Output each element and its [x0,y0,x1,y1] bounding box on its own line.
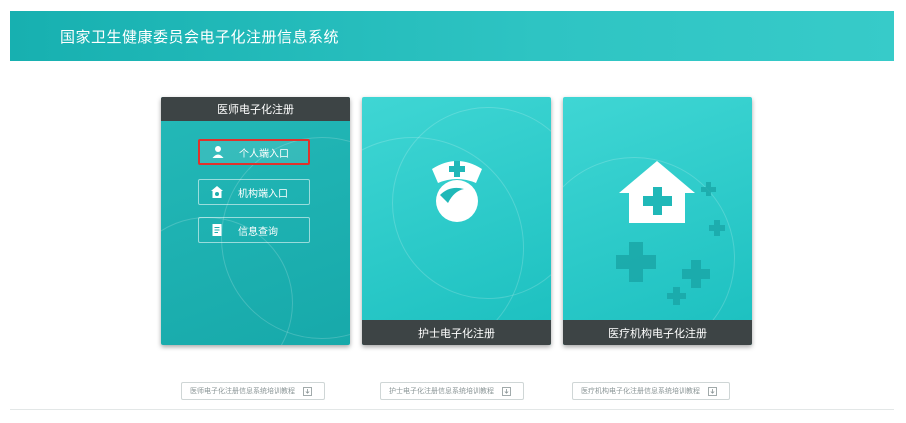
nurse-registration-card[interactable]: 护士电子化注册 [362,97,551,345]
footer-divider [10,409,894,410]
hospital-house-icon [619,161,695,223]
institution-registration-card[interactable]: 医疗机构电子化注册 [563,97,752,345]
download-icon [502,386,511,396]
nurse-guide-label: 护士电子化注册信息系统培训教程 [389,387,494,395]
app-title: 国家卫生健康委员会电子化注册信息系统 [60,28,340,46]
personal-entry-button[interactable]: 个人端入口 [198,139,310,165]
institution-guide-label: 医疗机构电子化注册信息系统培训教程 [581,387,700,395]
doctor-card-title: 医师电子化注册 [161,97,350,121]
document-icon [212,224,222,236]
institution-entry-label: 机构端入口 [238,188,288,200]
institution-card-title: 医疗机构电子化注册 [563,320,752,345]
info-query-button[interactable]: 信息查询 [198,217,310,243]
doctor-guide-link[interactable]: 医师电子化注册信息系统培训教程 [181,382,325,400]
nurse-card-title: 护士电子化注册 [362,320,551,345]
app-header: 国家卫生健康委员会电子化注册信息系统 [10,11,894,61]
download-icon [303,386,312,396]
house-icon [211,186,223,198]
personal-entry-label: 个人端入口 [239,148,289,160]
decorative-small-crosses [701,182,725,236]
institution-entry-button[interactable]: 机构端入口 [198,179,310,205]
doctor-guide-label: 医师电子化注册信息系统培训教程 [190,387,295,395]
nurse-cap-icon [432,161,482,222]
institution-guide-link[interactable]: 医疗机构电子化注册信息系统培训教程 [572,382,730,400]
info-query-label: 信息查询 [238,226,278,238]
nurse-guide-link[interactable]: 护士电子化注册信息系统培训教程 [380,382,524,400]
download-icon [708,386,717,396]
doctor-registration-card: 医师电子化注册 个人端入口 机构端入口 信息查询 [161,97,350,345]
person-icon [212,146,224,158]
decorative-crosses [616,242,710,305]
